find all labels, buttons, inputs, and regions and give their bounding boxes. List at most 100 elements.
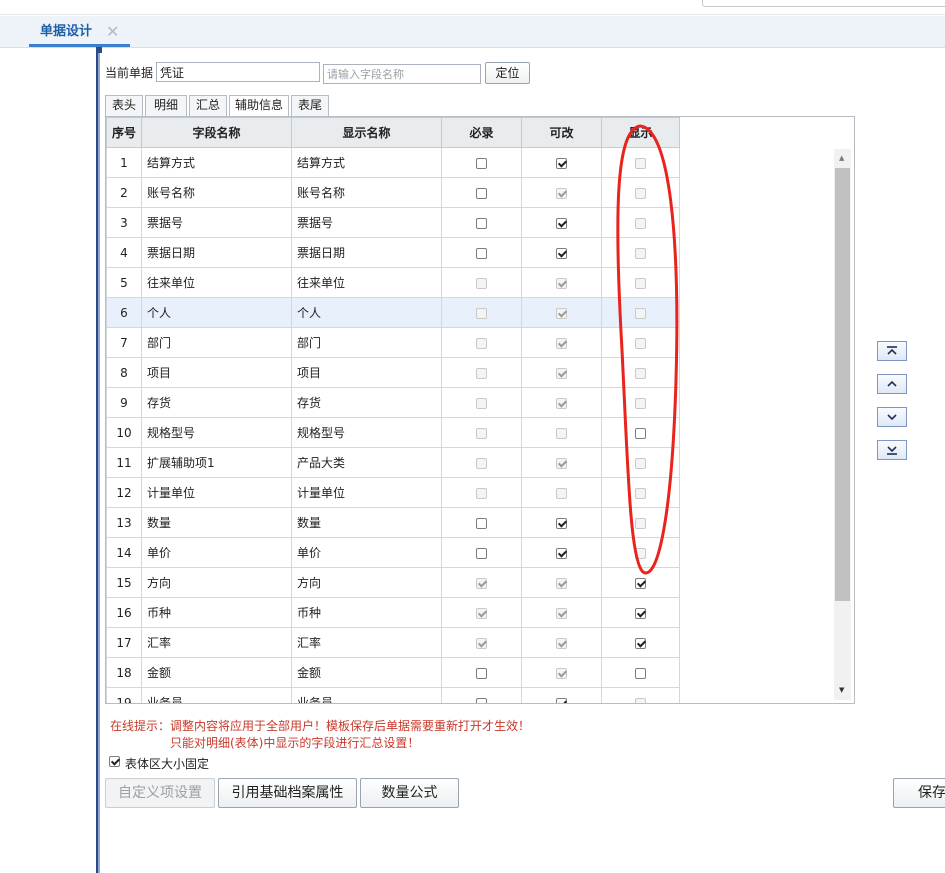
visible-checkbox[interactable] — [635, 157, 646, 169]
field-name-cell[interactable]: 结算方式 — [141, 147, 292, 178]
table-row[interactable]: 6 个人 个人 — [106, 297, 680, 328]
required-checkbox[interactable] — [476, 277, 487, 289]
visible-checkbox[interactable] — [635, 547, 646, 559]
move-bottom-button[interactable] — [877, 440, 907, 460]
field-name-cell[interactable]: 票据日期 — [141, 237, 292, 268]
required-checkbox[interactable] — [476, 337, 487, 349]
save-button[interactable]: 保存 — [893, 778, 945, 808]
required-checkbox[interactable] — [476, 667, 487, 679]
display-name-cell[interactable]: 产品大类 — [291, 447, 442, 478]
visible-checkbox[interactable] — [635, 277, 646, 289]
editable-checkbox[interactable] — [556, 217, 567, 229]
visible-checkbox[interactable] — [635, 247, 646, 259]
header-field-name[interactable]: 字段名称 — [141, 117, 292, 148]
display-name-cell[interactable]: 票据日期 — [291, 237, 442, 268]
tab-document-design[interactable]: 单据设计 ✕ — [29, 21, 130, 47]
scroll-thumb[interactable] — [835, 168, 850, 601]
field-name-cell[interactable]: 往来单位 — [141, 267, 292, 298]
editable-checkbox[interactable] — [556, 157, 567, 169]
editable-checkbox[interactable] — [556, 397, 567, 409]
field-name-cell[interactable]: 账号名称 — [141, 177, 292, 208]
close-icon[interactable]: ✕ — [106, 21, 119, 43]
required-checkbox[interactable] — [476, 637, 487, 649]
editable-checkbox[interactable] — [556, 307, 567, 319]
field-name-cell[interactable]: 票据号 — [141, 207, 292, 238]
grid-scrollbar[interactable]: ▲ ▼ — [834, 149, 851, 700]
reference-archive-button[interactable]: 引用基础档案属性 — [218, 778, 357, 808]
editable-checkbox[interactable] — [556, 667, 567, 679]
field-name-cell[interactable]: 扩展辅助项1 — [141, 447, 292, 478]
subtab-header[interactable]: 表头 — [105, 95, 143, 116]
field-search-input[interactable] — [323, 64, 481, 84]
visible-checkbox[interactable] — [635, 697, 646, 703]
header-visible[interactable]: 显示 — [601, 117, 680, 148]
visible-checkbox[interactable] — [635, 487, 646, 499]
display-name-cell[interactable]: 数量 — [291, 507, 442, 538]
visible-checkbox[interactable] — [635, 337, 646, 349]
table-row[interactable]: 19 业务员 业务员 — [106, 687, 680, 703]
display-name-cell[interactable]: 部门 — [291, 327, 442, 358]
visible-checkbox[interactable] — [635, 217, 646, 229]
editable-checkbox[interactable] — [556, 247, 567, 259]
field-name-cell[interactable]: 存货 — [141, 387, 292, 418]
display-name-cell[interactable]: 币种 — [291, 597, 442, 628]
scroll-down-icon[interactable]: ▼ — [839, 686, 844, 694]
display-name-cell[interactable]: 金额 — [291, 657, 442, 688]
field-name-cell[interactable]: 单价 — [141, 537, 292, 568]
display-name-cell[interactable]: 存货 — [291, 387, 442, 418]
display-name-cell[interactable]: 业务员 — [291, 687, 442, 703]
editable-checkbox[interactable] — [556, 487, 567, 499]
fixed-size-checkbox[interactable] — [109, 756, 120, 767]
visible-checkbox[interactable] — [635, 637, 646, 649]
required-checkbox[interactable] — [476, 577, 487, 589]
required-checkbox[interactable] — [476, 457, 487, 469]
visible-checkbox[interactable] — [635, 517, 646, 529]
editable-checkbox[interactable] — [556, 607, 567, 619]
top-input-fragment[interactable] — [702, 0, 945, 7]
required-checkbox[interactable] — [476, 187, 487, 199]
subtab-detail[interactable]: 明细 — [145, 95, 187, 116]
table-row[interactable]: 10 规格型号 规格型号 — [106, 417, 680, 448]
subtab-summary[interactable]: 汇总 — [189, 95, 227, 116]
editable-checkbox[interactable] — [556, 697, 567, 703]
custom-items-button[interactable]: 自定义项设置 — [105, 778, 215, 808]
field-name-cell[interactable]: 金额 — [141, 657, 292, 688]
required-checkbox[interactable] — [476, 247, 487, 259]
display-name-cell[interactable]: 计量单位 — [291, 477, 442, 508]
header-required[interactable]: 必录 — [441, 117, 522, 148]
editable-checkbox[interactable] — [556, 577, 567, 589]
subtab-footer[interactable]: 表尾 — [291, 95, 329, 116]
editable-checkbox[interactable] — [556, 427, 567, 439]
required-checkbox[interactable] — [476, 157, 487, 169]
editable-checkbox[interactable] — [556, 367, 567, 379]
visible-checkbox[interactable] — [635, 607, 646, 619]
display-name-cell[interactable]: 汇率 — [291, 627, 442, 658]
editable-checkbox[interactable] — [556, 517, 567, 529]
display-name-cell[interactable]: 结算方式 — [291, 147, 442, 178]
table-row[interactable]: 16 币种 币种 — [106, 597, 680, 628]
display-name-cell[interactable]: 单价 — [291, 537, 442, 568]
required-checkbox[interactable] — [476, 517, 487, 529]
table-row[interactable]: 5 往来单位 往来单位 — [106, 267, 680, 298]
table-row[interactable]: 7 部门 部门 — [106, 327, 680, 358]
table-row[interactable]: 4 票据日期 票据日期 — [106, 237, 680, 268]
table-row[interactable]: 13 数量 数量 — [106, 507, 680, 538]
visible-checkbox[interactable] — [635, 577, 646, 589]
table-row[interactable]: 17 汇率 汇率 — [106, 627, 680, 658]
display-name-cell[interactable]: 往来单位 — [291, 267, 442, 298]
table-row[interactable]: 14 单价 单价 — [106, 537, 680, 568]
table-row[interactable]: 18 金额 金额 — [106, 657, 680, 688]
table-row[interactable]: 9 存货 存货 — [106, 387, 680, 418]
required-checkbox[interactable] — [476, 307, 487, 319]
field-name-cell[interactable]: 个人 — [141, 297, 292, 328]
display-name-cell[interactable]: 方向 — [291, 567, 442, 598]
move-down-button[interactable] — [877, 407, 907, 427]
quantity-formula-button[interactable]: 数量公式 — [360, 778, 459, 808]
editable-checkbox[interactable] — [556, 337, 567, 349]
editable-checkbox[interactable] — [556, 547, 567, 559]
field-name-cell[interactable]: 方向 — [141, 567, 292, 598]
field-name-cell[interactable]: 计量单位 — [141, 477, 292, 508]
locate-button[interactable]: 定位 — [485, 62, 530, 84]
table-row[interactable]: 8 项目 项目 — [106, 357, 680, 388]
current-document-input[interactable] — [156, 62, 320, 82]
